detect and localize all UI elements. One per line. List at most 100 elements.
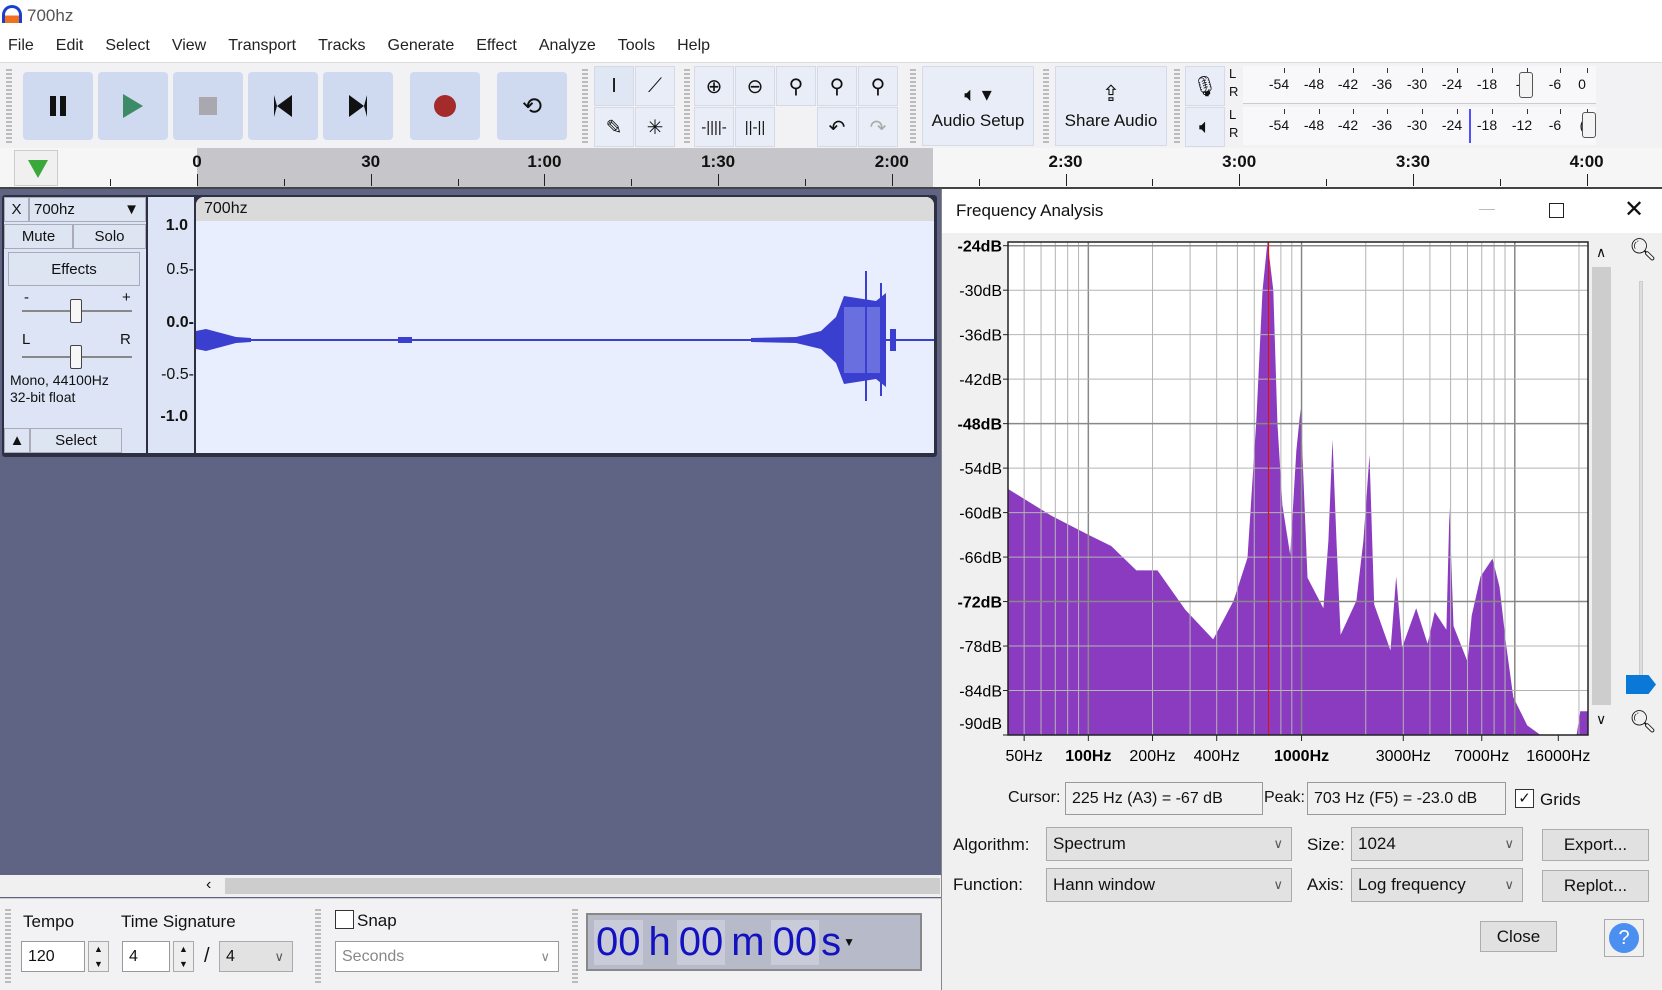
clip-title-bar[interactable]: 700hz: [196, 197, 934, 221]
scrollbar-thumb[interactable]: [1592, 267, 1611, 705]
toolbar-grip[interactable]: [1043, 69, 1049, 143]
skip-to-start-button[interactable]: [248, 72, 318, 140]
play-head-button[interactable]: [14, 150, 58, 186]
algorithm-dropdown[interactable]: Spectrum ∨: [1046, 827, 1292, 861]
toolbar-grip[interactable]: [5, 909, 11, 983]
scroll-up-icon[interactable]: ∧: [1596, 244, 1606, 261]
gain-slider[interactable]: [70, 299, 82, 323]
toolbar-grip[interactable]: [6, 69, 12, 143]
fit-project-button[interactable]: ⚲: [817, 66, 857, 106]
share-audio-button[interactable]: ⇪ Share Audio: [1055, 66, 1167, 146]
minutes-value[interactable]: 00: [676, 919, 726, 965]
export-button[interactable]: Export...: [1542, 829, 1649, 861]
help-button[interactable]: ?: [1604, 919, 1644, 957]
mute-button[interactable]: Mute: [4, 224, 73, 249]
snap-unit-dropdown[interactable]: Seconds ∨: [335, 941, 559, 972]
close-icon[interactable]: ✕: [1624, 195, 1644, 224]
scroll-down-icon[interactable]: ∨: [1596, 711, 1606, 728]
skip-to-end-button[interactable]: [323, 72, 393, 140]
time-signature-denominator[interactable]: 4 ∨: [219, 941, 293, 972]
timeline-ruler[interactable]: 0 30 1:00 1:30 2:00 2:30 3:00 3:30 4:00: [0, 148, 1662, 189]
tempo-input[interactable]: 120: [21, 941, 85, 972]
dialog-title-bar[interactable]: Frequency Analysis ✕: [942, 189, 1662, 233]
toolbar-grip[interactable]: [1174, 69, 1180, 143]
stop-button[interactable]: [173, 72, 243, 140]
menu-analyze[interactable]: Analyze: [539, 37, 596, 55]
hours-value[interactable]: 00: [594, 919, 643, 965]
play-button[interactable]: [98, 72, 168, 140]
numerator-spinner[interactable]: ▲ ▼: [173, 941, 194, 972]
function-dropdown[interactable]: Hann window ∨: [1046, 868, 1292, 902]
toolbar-grip[interactable]: [582, 69, 588, 143]
menu-edit[interactable]: Edit: [56, 37, 84, 55]
size-dropdown[interactable]: 1024 ∨: [1351, 827, 1523, 861]
audio-clip[interactable]: 700hz: [196, 197, 934, 453]
toolbar-grip[interactable]: [315, 909, 321, 983]
timeline-tick: [1065, 174, 1067, 186]
time-display[interactable]: 00 h 00 m 00 s ▼: [586, 913, 922, 971]
tempo-spinner[interactable]: ▲ ▼: [88, 941, 109, 972]
solo-button[interactable]: Solo: [73, 224, 146, 249]
zoom-toggle-button[interactable]: ⚲: [858, 66, 898, 106]
skip-start-icon: [274, 95, 292, 117]
snap-checkbox[interactable]: [335, 910, 354, 929]
menu-tracks[interactable]: Tracks: [318, 37, 365, 55]
scrollbar-thumb[interactable]: [225, 878, 940, 894]
plot-zoom-slider[interactable]: [1626, 675, 1656, 694]
time-format-dropdown-icon[interactable]: ▼: [843, 935, 855, 949]
horizontal-scrollbar[interactable]: ‹: [0, 875, 942, 897]
grids-checkbox[interactable]: ✓: [1515, 789, 1534, 808]
zoom-in-button[interactable]: ⊕: [694, 66, 734, 106]
silence-audio-button[interactable]: ||-||: [735, 107, 775, 147]
multi-tool-button[interactable]: ✳: [635, 107, 675, 147]
redo-button[interactable]: ↷: [858, 107, 898, 147]
selection-tool-button[interactable]: I: [594, 66, 634, 106]
plot-vertical-scrollbar[interactable]: ∧ ∨: [1591, 244, 1612, 731]
menu-help[interactable]: Help: [677, 37, 710, 55]
track-name-dropdown[interactable]: 700hz ▼: [29, 197, 146, 222]
playback-meter[interactable]: -54-48-42-36-30-24-18-12-6(: [1243, 107, 1596, 145]
seconds-value[interactable]: 00: [770, 919, 820, 965]
zoom-out-button[interactable]: ⊖: [735, 66, 775, 106]
close-button[interactable]: Close: [1480, 921, 1557, 952]
menu-effect[interactable]: Effect: [476, 37, 517, 55]
minimize-icon[interactable]: [1479, 209, 1495, 210]
collapse-track-button[interactable]: ▲: [4, 428, 30, 453]
menu-select[interactable]: Select: [105, 37, 149, 55]
audio-setup-button[interactable]: 🔈︎ ▾ Audio Setup: [922, 66, 1034, 146]
playback-meter-button[interactable]: 🔈︎: [1185, 107, 1225, 147]
record-volume-slider[interactable]: [1519, 72, 1533, 98]
track-close-button[interactable]: X: [4, 197, 29, 222]
algorithm-value: Spectrum: [1053, 834, 1126, 853]
envelope-tool-button[interactable]: ⟋: [635, 66, 675, 106]
axis-dropdown[interactable]: Log frequency ∨: [1351, 868, 1523, 902]
pause-button[interactable]: [23, 72, 93, 140]
effects-button[interactable]: Effects: [8, 252, 140, 286]
toolbar-grip[interactable]: [910, 69, 916, 143]
time-signature-numerator[interactable]: 4: [122, 941, 170, 972]
menu-generate[interactable]: Generate: [388, 37, 455, 55]
pan-slider[interactable]: [70, 345, 82, 369]
toolbar-grip[interactable]: [572, 909, 578, 983]
menu-view[interactable]: View: [172, 37, 206, 55]
loop-button[interactable]: ⟲: [497, 72, 567, 140]
undo-button[interactable]: ↶: [817, 107, 857, 147]
scroll-left-arrow-icon[interactable]: ‹: [206, 876, 211, 894]
fit-selection-button[interactable]: ⚲: [776, 66, 816, 106]
zoom-in-icon[interactable]: 🔍︎: [1629, 237, 1657, 263]
maximize-icon[interactable]: [1549, 203, 1564, 218]
menu-tools[interactable]: Tools: [618, 37, 655, 55]
record-button[interactable]: [410, 72, 480, 140]
replot-button[interactable]: Replot...: [1542, 870, 1649, 902]
record-meter[interactable]: -54-48-42-36-30-24-18-1-60: [1243, 66, 1596, 104]
zoom-out-icon[interactable]: 🔍︎: [1629, 709, 1657, 735]
record-meter-button[interactable]: 🎙︎: [1185, 66, 1225, 106]
trim-audio-button[interactable]: -||||-: [694, 107, 734, 147]
select-track-button[interactable]: Select: [30, 428, 122, 453]
playback-volume-slider[interactable]: [1582, 112, 1596, 138]
menu-file[interactable]: File: [8, 37, 34, 55]
toolbar-grip[interactable]: [684, 69, 690, 143]
menu-transport[interactable]: Transport: [228, 37, 296, 55]
draw-tool-button[interactable]: ✎: [594, 107, 634, 147]
spectrum-plot[interactable]: -24dB -30dB -36dB -42dB -48dB -54dB -60dB -66dB…: [942, 233, 1592, 773]
